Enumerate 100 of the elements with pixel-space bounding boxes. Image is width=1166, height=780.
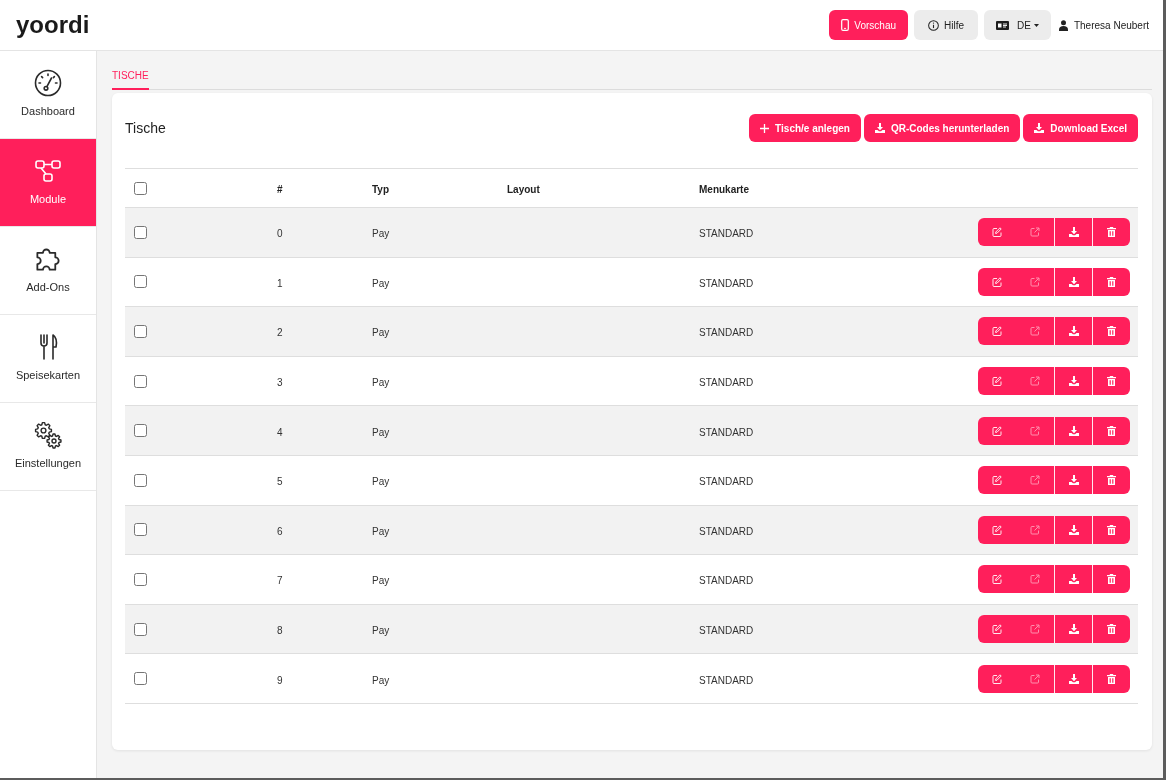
row-checkbox[interactable] (134, 225, 147, 239)
table-cell: 1 (277, 277, 283, 289)
download-button[interactable] (1054, 515, 1092, 544)
table-cell: STANDARD (699, 625, 754, 637)
sidebar-item[interactable]: Module (0, 139, 96, 227)
edit-button[interactable] (978, 367, 1016, 396)
column-header: Menukarte (699, 184, 749, 195)
add-button[interactable]: Tisch/e anlegen (749, 114, 861, 142)
delete-button[interactable] (1092, 416, 1130, 445)
download-button[interactable]: QR-Codes herunterladen (863, 114, 1021, 142)
delete-button[interactable] (1092, 615, 1130, 644)
download-button[interactable] (1054, 565, 1092, 594)
download-icon (1068, 227, 1079, 238)
delete-button[interactable] (1092, 664, 1130, 693)
download-button[interactable] (1054, 317, 1092, 346)
download-button[interactable]: Download Excel (1023, 114, 1138, 142)
edit-button[interactable] (978, 416, 1016, 445)
table-cell: 6 (277, 525, 283, 537)
download-icon (1068, 524, 1079, 535)
pencil-square-icon (992, 574, 1002, 585)
row-checkbox[interactable] (134, 325, 147, 338)
edit-button[interactable] (978, 515, 1016, 544)
download-button[interactable] (1054, 664, 1092, 693)
trash-icon (1107, 326, 1116, 337)
row-checkbox[interactable] (134, 572, 147, 586)
pencil-square-icon (992, 227, 1002, 238)
download-icon (1068, 574, 1079, 585)
column-header: Typ (372, 184, 390, 195)
delete-button[interactable] (1092, 515, 1130, 544)
trash-icon (1107, 276, 1116, 287)
row-checkbox[interactable] (134, 374, 147, 388)
row-checkbox[interactable] (134, 473, 147, 487)
delete-button[interactable] (1092, 267, 1130, 296)
trash-icon (1107, 524, 1116, 535)
table-cell: STANDARD (699, 327, 754, 339)
row-checkbox[interactable] (134, 275, 147, 289)
download-button[interactable] (1054, 615, 1092, 644)
download-icon (1068, 425, 1079, 436)
external-link-icon (1030, 624, 1040, 635)
table-cell: Pay (372, 426, 390, 438)
external-link-icon (1030, 276, 1040, 287)
download-icon (1068, 673, 1079, 684)
table-cell: STANDARD (699, 277, 754, 289)
edit-button[interactable] (978, 565, 1016, 594)
external-link-icon (1030, 475, 1040, 486)
row-checkbox[interactable] (134, 424, 147, 438)
table-cell: 2 (277, 327, 283, 339)
download-icon (1068, 326, 1079, 337)
edit-button[interactable] (978, 317, 1016, 346)
caret-icon (1033, 23, 1039, 27)
download-button[interactable] (1054, 466, 1092, 495)
id-card-icon (996, 20, 1010, 30)
table-cell: Pay (372, 228, 390, 240)
language-dropdown[interactable]: DE (984, 10, 1051, 40)
trash-icon (1107, 574, 1116, 585)
trash-icon (1107, 673, 1116, 684)
trash-icon (1107, 624, 1116, 635)
external-link-icon (1030, 425, 1040, 436)
user-name[interactable]: Theresa Neubert (1073, 17, 1149, 33)
table-cell: Pay (372, 625, 390, 637)
gears-icon (34, 421, 62, 449)
table-cell: 4 (277, 426, 283, 438)
external-link-icon (1030, 524, 1040, 535)
row-checkbox[interactable] (134, 622, 147, 636)
edit-button[interactable] (978, 615, 1016, 644)
download-button[interactable] (1054, 267, 1092, 296)
preview-button[interactable]: Vorschau (829, 10, 909, 40)
table-cell: 7 (277, 575, 283, 587)
table-cell: STANDARD (699, 377, 754, 389)
table-cell: 9 (277, 674, 283, 686)
trash-icon (1107, 376, 1116, 387)
table-cell: STANDARD (699, 575, 754, 587)
delete-button[interactable] (1092, 466, 1130, 495)
download-button[interactable] (1054, 367, 1092, 396)
row-checkbox[interactable] (134, 672, 147, 686)
download-button[interactable] (1054, 218, 1092, 247)
pencil-square-icon (992, 376, 1002, 387)
pencil-square-icon (992, 425, 1002, 436)
table-cell: 8 (277, 625, 283, 637)
table-cell: 5 (277, 476, 283, 488)
delete-button[interactable] (1092, 565, 1130, 594)
help-button[interactable]: Hilfe (914, 10, 979, 40)
edit-button[interactable] (978, 664, 1016, 693)
plus-icon (760, 123, 770, 133)
download-icon (1068, 475, 1079, 486)
table-cell: STANDARD (699, 228, 754, 240)
table-cell: STANDARD (699, 525, 754, 537)
delete-button[interactable] (1092, 317, 1130, 346)
edit-button[interactable] (978, 267, 1016, 296)
download-button[interactable] (1054, 416, 1092, 445)
delete-button[interactable] (1092, 218, 1130, 247)
pencil-square-icon (992, 276, 1002, 287)
download-icon (1068, 276, 1079, 287)
edit-button[interactable] (978, 466, 1016, 495)
table-cell: STANDARD (699, 426, 754, 438)
select-all-checkbox[interactable] (134, 181, 147, 195)
row-checkbox[interactable] (134, 523, 147, 537)
external-link-icon (1030, 574, 1040, 585)
edit-button[interactable] (978, 218, 1016, 247)
delete-button[interactable] (1092, 367, 1130, 396)
